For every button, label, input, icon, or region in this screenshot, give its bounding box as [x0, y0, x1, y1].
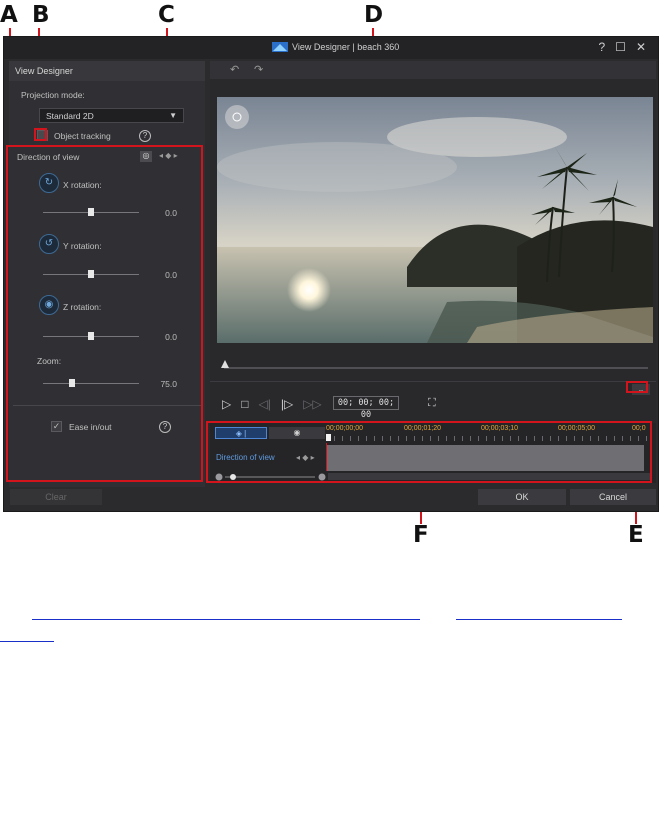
- timecode-display[interactable]: 00; 00; 00; 00: [333, 396, 399, 420]
- left-panel: View Designer Projection mode: Standard …: [9, 61, 205, 487]
- seek-bar[interactable]: [224, 367, 648, 369]
- callout-a: A: [0, 2, 18, 28]
- preview-area: ↶ ↷ ▷ □ ◁| |▷ ▷▷ 00; 00; 00; 00 ⛶ ⌄: [210, 61, 656, 481]
- projection-mode-value: Standard 2D: [46, 111, 94, 121]
- z-rotation-value: 0.0: [165, 332, 177, 342]
- z-rotation-icon: ◉: [39, 295, 59, 315]
- tab-direction[interactable]: ◈ |: [215, 427, 267, 439]
- keyframe-nav-icon[interactable]: ◂ ◆ ▸: [159, 151, 178, 160]
- ruler-tick: 00;00;01;20: [404, 425, 441, 432]
- title-bar: View Designer | beach 360 ? ☐ ✕: [4, 37, 658, 59]
- projection-mode-label: Projection mode:: [21, 90, 85, 100]
- object-tracking-label: Object tracking: [54, 131, 111, 141]
- callout-e: E: [628, 522, 644, 548]
- fullscreen-icon[interactable]: ⛶: [428, 397, 436, 410]
- zoom-label: Zoom:: [37, 356, 62, 366]
- ease-label: Ease in/out: [69, 422, 112, 432]
- zoom-slider[interactable]: [43, 383, 139, 384]
- divider: [13, 146, 201, 147]
- app-logo-icon: [272, 42, 288, 52]
- object-tracking-help-icon[interactable]: ?: [139, 130, 151, 142]
- beach-scene-image: [217, 97, 653, 343]
- clear-button[interactable]: Clear: [10, 489, 102, 505]
- doc-link-underline[interactable]: [32, 619, 420, 620]
- projection-mode-select[interactable]: Standard 2D ▼: [39, 108, 184, 123]
- y-rotation-thumb[interactable]: [88, 270, 94, 278]
- nav-control-icon[interactable]: [225, 105, 249, 129]
- preview-toolbar: ↶ ↷: [210, 61, 656, 79]
- playback-controls: ▷ □ ◁| |▷ ▷▷: [222, 397, 322, 411]
- tab-zoom[interactable]: ◉: [269, 427, 325, 439]
- callout-f: F: [413, 522, 429, 548]
- y-rotation-value: 0.0: [165, 270, 177, 280]
- direction-of-view-label: Direction of view: [17, 152, 80, 162]
- ruler-tick: 00;00;00;00: [326, 425, 363, 432]
- playhead[interactable]: [326, 434, 331, 441]
- x-rotation-label: X rotation:: [63, 180, 102, 190]
- next-frame-icon[interactable]: |▷: [281, 397, 293, 411]
- chevron-down-icon: ▼: [169, 111, 177, 120]
- object-tracking-checkbox[interactable]: [37, 130, 48, 141]
- timeline-ruler[interactable]: 00;00;00;00 00;00;01;20 00;00;03;10 00;0…: [326, 425, 652, 441]
- track-cursor: [326, 443, 327, 471]
- redo-icon[interactable]: ↷: [254, 63, 263, 76]
- ease-help-icon[interactable]: ?: [159, 421, 171, 433]
- maximize-button[interactable]: ☐: [615, 40, 626, 54]
- track-label: Direction of view: [216, 453, 275, 462]
- timeline-zoom-slider[interactable]: [215, 472, 327, 482]
- dialog-footer: Clear OK Cancel: [4, 489, 658, 511]
- play-icon[interactable]: ▷: [222, 397, 231, 411]
- x-rotation-icon: ↻: [39, 173, 59, 193]
- doc-link-underline[interactable]: [456, 619, 622, 620]
- video-preview[interactable]: [217, 97, 653, 343]
- y-rotation-label: Y rotation:: [63, 241, 102, 251]
- next-keyframe-icon[interactable]: ▷▷: [303, 397, 321, 411]
- callout-b: B: [32, 2, 50, 28]
- ruler-tick: 00;00;05;00: [558, 425, 595, 432]
- timeline-scrollbar[interactable]: [328, 473, 650, 480]
- help-button[interactable]: ?: [598, 40, 605, 54]
- undo-icon[interactable]: ↶: [230, 63, 239, 76]
- ruler-ticks: [326, 436, 652, 441]
- expand-timeline-icon[interactable]: ⌄: [632, 384, 650, 395]
- zoom-thumb[interactable]: [68, 379, 75, 387]
- keyframe-track[interactable]: [326, 445, 644, 471]
- reset-icon[interactable]: ◎: [140, 151, 152, 162]
- cancel-button[interactable]: Cancel: [570, 489, 656, 505]
- callout-c: C: [158, 2, 175, 28]
- ok-button[interactable]: OK: [478, 489, 566, 505]
- z-rotation-thumb[interactable]: [88, 332, 94, 340]
- window-title: View Designer | beach 360: [292, 42, 400, 52]
- ease-checkbox[interactable]: ✓: [51, 421, 62, 432]
- seek-thumb[interactable]: [221, 360, 229, 368]
- divider: [210, 381, 656, 382]
- divider: [13, 405, 201, 406]
- z-rotation-label: Z rotation:: [63, 302, 102, 312]
- previous-frame-icon[interactable]: ◁|: [258, 397, 270, 411]
- track-keyframe-nav-icon[interactable]: ◂ ◆ ▸: [296, 453, 315, 462]
- x-rotation-value: 0.0: [165, 208, 177, 218]
- ruler-tick: 00;00;03;10: [481, 425, 518, 432]
- panel-header: View Designer: [9, 61, 205, 81]
- zoom-value: 75.0: [160, 379, 177, 389]
- callout-d: D: [364, 2, 384, 28]
- doc-link-underline[interactable]: [0, 641, 54, 642]
- view-designer-window: View Designer | beach 360 ? ☐ ✕ View Des…: [3, 36, 659, 512]
- ruler-tick: 00;0: [632, 425, 646, 432]
- y-rotation-icon: ↺: [39, 234, 59, 254]
- close-button[interactable]: ✕: [636, 40, 646, 54]
- keyframe-timeline: ◈ | ◉ 00;00;00;00 00;00;01;20 00;00;03;1…: [210, 423, 656, 483]
- x-rotation-thumb[interactable]: [88, 208, 94, 216]
- stop-icon[interactable]: □: [241, 397, 248, 411]
